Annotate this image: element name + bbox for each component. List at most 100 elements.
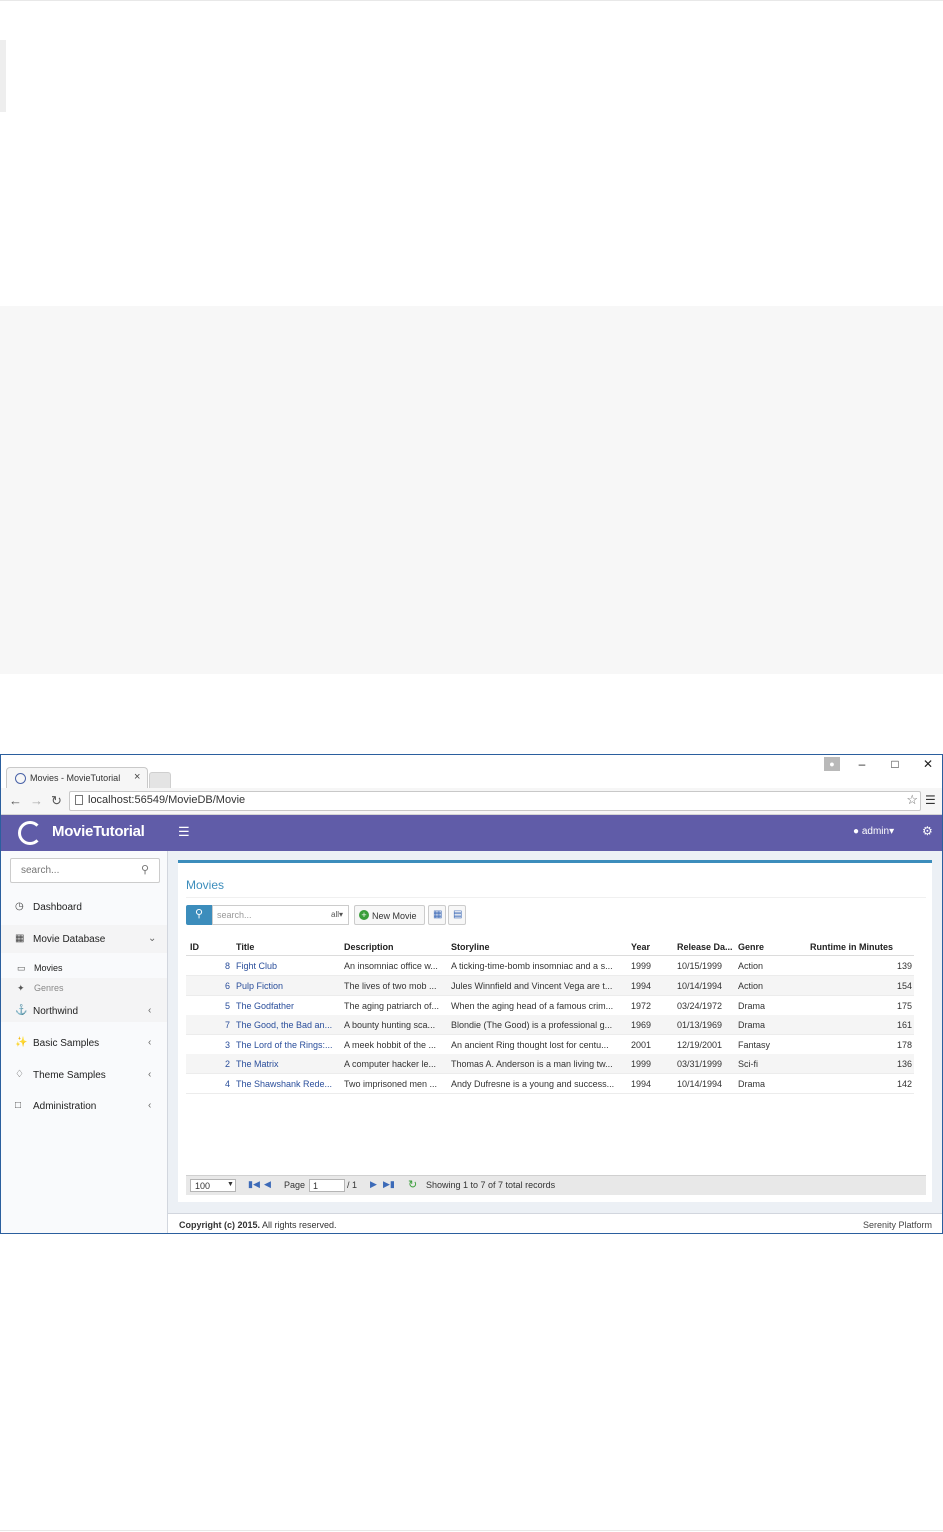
cell-storyline: An ancient Ring thought lost for centu..… — [451, 1040, 609, 1050]
minimize-icon[interactable]: – — [852, 757, 872, 771]
cell-storyline: Blondie (The Good) is a professional g..… — [451, 1020, 613, 1030]
logo-text[interactable]: MovieTutorial — [52, 823, 145, 840]
page-footer: Copyright (c) 2015. All rights reserved.… — [168, 1213, 942, 1233]
desktop-icon: □ — [15, 1100, 22, 1111]
close-window-icon[interactable]: ✕ — [918, 757, 938, 771]
back-icon[interactable]: ← — [9, 793, 22, 808]
quick-search-button[interactable]: ⚲ — [186, 905, 212, 925]
diamond-icon: ♢ — [15, 1069, 24, 1080]
cell-release-date: 03/24/1972 — [677, 1001, 723, 1011]
bookmark-star-icon[interactable]: ☆ — [906, 792, 918, 808]
cell-title[interactable]: The Good, the Bad an... — [236, 1020, 340, 1030]
app-header: MovieTutorial ☰ ● admin▾ ⚙ — [1, 815, 942, 851]
tab-strip: Movies - MovieTutorial × ● – □ ✕ — [1, 755, 942, 790]
cell-description: Two imprisoned men ... — [344, 1079, 438, 1089]
forward-icon[interactable]: → — [30, 793, 43, 808]
sidebar-item-label: Basic Samples — [33, 1038, 100, 1049]
cell-title[interactable]: The Lord of the Rings:... — [236, 1040, 340, 1050]
column-header[interactable]: Title — [236, 942, 254, 952]
cell-id[interactable]: 3 — [186, 1040, 230, 1050]
cell-id[interactable]: 6 — [186, 981, 230, 991]
pin-icon: ✦ — [17, 983, 25, 993]
table-row[interactable]: 4 The Shawshank Rede... Two imprisoned m… — [186, 1074, 914, 1094]
cell-title[interactable]: Fight Club — [236, 961, 340, 971]
column-picker-button[interactable]: ▦ — [428, 905, 446, 925]
prev-page-icon[interactable]: ◀ — [264, 1179, 271, 1190]
maximize-icon[interactable]: □ — [885, 757, 905, 771]
cell-id[interactable]: 2 — [186, 1059, 230, 1069]
sidebar-item-theme-samples[interactable]: ♢ Theme Samples ‹ — [1, 1061, 167, 1089]
sidebar-item-label: Movie Database — [33, 934, 106, 945]
sidebar-item-basic-samples[interactable]: ✨ Basic Samples ‹ — [1, 1029, 167, 1057]
settings-gear-icon[interactable]: ⚙ — [922, 824, 933, 838]
browser-menu-icon[interactable]: ☰ — [925, 793, 936, 807]
search-scope-dropdown[interactable]: all▾ — [331, 910, 343, 919]
page-number-input[interactable]: 1 — [309, 1179, 345, 1192]
table-row[interactable]: 7 The Good, the Bad an... A bounty hunti… — [186, 1015, 914, 1035]
table-row[interactable]: 2 The Matrix A computer hacker le... Tho… — [186, 1054, 914, 1074]
column-header[interactable]: Genre — [738, 942, 764, 952]
sidebar-item-northwind[interactable]: ⚓ Northwind ‹ — [1, 997, 167, 1025]
cell-runtime: 161 — [896, 1020, 912, 1030]
url-field[interactable]: localhost:56549/MovieDB/Movie ☆ — [69, 791, 921, 811]
new-movie-button[interactable]: + New Movie — [354, 905, 425, 925]
new-tab-button[interactable] — [149, 772, 171, 789]
export-icon: ▤ — [453, 909, 463, 920]
cell-runtime: 136 — [896, 1059, 912, 1069]
cell-year: 2001 — [631, 1040, 652, 1050]
quick-search-input[interactable]: search... all▾ — [212, 905, 349, 925]
cell-title[interactable]: The Matrix — [236, 1059, 340, 1069]
chevron-down-icon: ▼ — [227, 1181, 234, 1188]
chevron-left-icon: ‹ — [148, 1037, 152, 1048]
sidebar-item-movie-database[interactable]: ▦ Movie Database ⌄ — [1, 925, 167, 953]
reload-icon[interactable]: ↻ — [51, 793, 62, 809]
page-size-value: 100 — [195, 1181, 211, 1191]
cell-id[interactable]: 7 — [186, 1020, 230, 1030]
cell-id[interactable]: 8 — [186, 961, 230, 971]
sidebar-toggle-icon[interactable]: ☰ — [178, 824, 190, 840]
excel-export-button[interactable]: ▤ — [448, 905, 466, 925]
first-page-icon[interactable]: ▮◀ — [248, 1179, 260, 1190]
sidebar-subitem-genres[interactable]: ✦ Genres — [1, 979, 167, 997]
column-header[interactable]: Storyline — [451, 942, 490, 952]
cell-id[interactable]: 4 — [186, 1079, 230, 1089]
sidebar-item-dashboard[interactable]: ◷ Dashboard — [1, 893, 167, 921]
cell-title[interactable]: Pulp Fiction — [236, 981, 340, 991]
cell-title[interactable]: The Godfather — [236, 1001, 340, 1011]
table-row[interactable]: 3 The Lord of the Rings:... A meek hobbi… — [186, 1035, 914, 1055]
table-row[interactable]: 5 The Godfather The aging patriarch of..… — [186, 996, 914, 1016]
column-header[interactable]: Year — [631, 942, 650, 952]
column-header[interactable]: Description — [344, 942, 394, 952]
copyright-text: Copyright (c) 2015. All rights reserved. — [179, 1220, 337, 1230]
refresh-icon[interactable]: ↻ — [408, 1178, 417, 1191]
browser-tab[interactable]: Movies - MovieTutorial × — [6, 767, 148, 790]
sidebar-search[interactable]: ⚲ — [10, 858, 160, 883]
column-header[interactable]: ID — [190, 942, 199, 952]
page-number-value: 1 — [313, 1181, 319, 1191]
sidebar-subitem-movies[interactable]: ▭ Movies — [1, 959, 167, 977]
column-header[interactable]: Runtime in Minutes — [810, 942, 893, 952]
sidebar-item-administration[interactable]: □ Administration ‹ — [1, 1092, 167, 1120]
sidebar-search-input[interactable] — [19, 864, 133, 877]
cell-release-date: 10/15/1999 — [677, 961, 723, 971]
last-page-icon[interactable]: ▶▮ — [383, 1179, 395, 1190]
column-header[interactable]: Release Da... — [677, 942, 733, 952]
profile-icon[interactable]: ● — [824, 757, 840, 771]
close-tab-icon[interactable]: × — [134, 771, 140, 783]
quote-block — [0, 40, 6, 112]
search-icon[interactable]: ⚲ — [141, 863, 149, 876]
cell-year: 1994 — [631, 1079, 652, 1089]
user-menu[interactable]: ● admin▾ — [853, 826, 894, 837]
cell-description: An insomniac office w... — [344, 961, 438, 971]
sidebar: ⚲ ◷ Dashboard ▦ Movie Database ⌄ ▭ Movie… — [1, 851, 168, 1233]
table-row[interactable]: 6 Pulp Fiction The lives of two mob ... … — [186, 976, 914, 996]
favicon-icon — [15, 773, 26, 784]
next-page-icon[interactable]: ▶ — [370, 1179, 377, 1190]
title-divider — [186, 897, 926, 898]
page-size-select[interactable]: 100 ▼ — [190, 1179, 236, 1192]
page-total: / 1 — [347, 1180, 358, 1190]
table-row[interactable]: 8 Fight Club An insomniac office w... A … — [186, 956, 914, 976]
cell-id[interactable]: 5 — [186, 1001, 230, 1011]
dashboard-icon: ◷ — [15, 901, 24, 912]
cell-title[interactable]: The Shawshank Rede... — [236, 1079, 340, 1089]
